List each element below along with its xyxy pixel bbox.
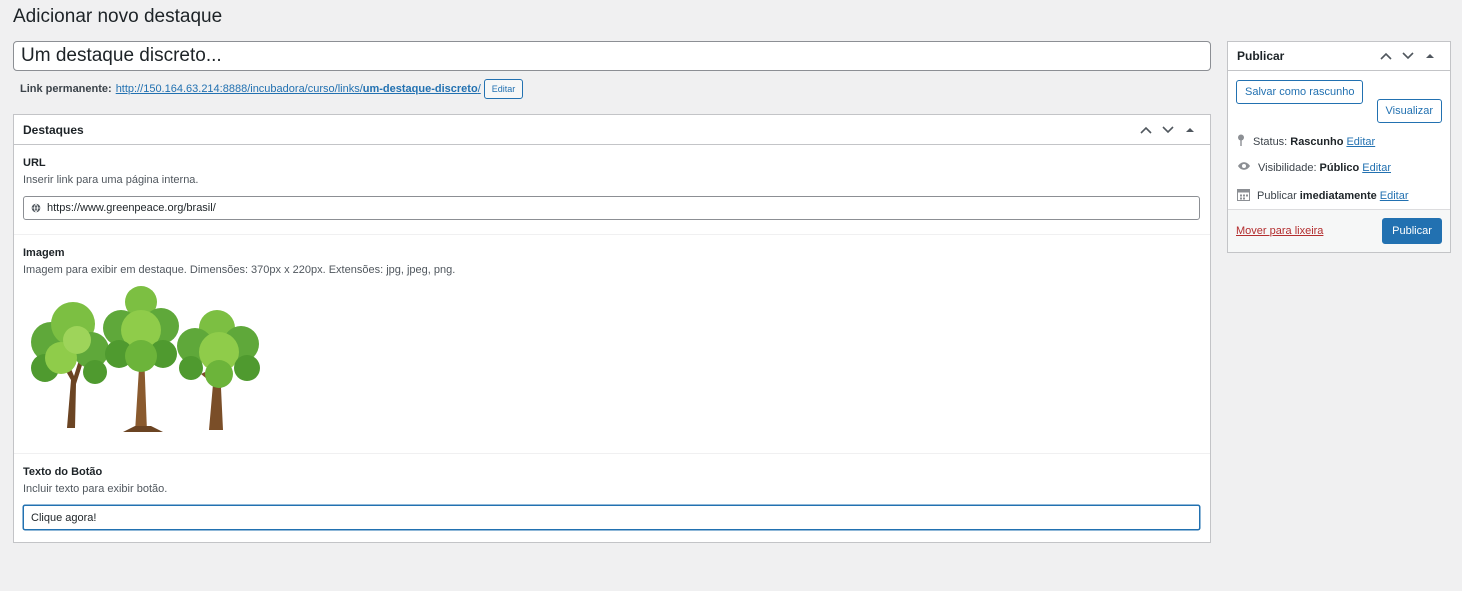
url-input[interactable] — [47, 202, 1147, 214]
move-down-icon[interactable] — [1397, 45, 1419, 67]
button-text-field-label: Texto do Botão — [23, 466, 103, 478]
publish-box-header: Publicar — [1228, 42, 1450, 71]
pin-icon — [1237, 134, 1245, 149]
url-field-label: URL — [23, 157, 46, 169]
move-to-trash-link[interactable]: Mover para lixeira — [1236, 225, 1323, 237]
permalink-row: Link permanente: http://150.164.63.214:8… — [13, 78, 1211, 100]
collapse-toggle-icon[interactable] — [1179, 119, 1201, 141]
destaques-metabox: Destaques URL Inserir link para uma pági… — [13, 114, 1211, 543]
metabox-title: Destaques — [23, 122, 84, 137]
visibility-row: Visibilidade: Público Editar — [1237, 161, 1391, 174]
schedule-row: Publicar imediatamente Editar — [1237, 188, 1409, 204]
edit-status-link[interactable]: Editar — [1346, 136, 1375, 148]
calendar-icon — [1237, 188, 1250, 204]
trees-image — [31, 286, 260, 432]
image-field: Imagem Imagem para exibir em destaque. D… — [14, 235, 1210, 454]
url-field: URL Inserir link para uma página interna… — [14, 145, 1210, 235]
collapse-toggle-icon[interactable] — [1419, 45, 1441, 67]
move-up-icon[interactable] — [1135, 119, 1157, 141]
preview-button[interactable]: Visualizar — [1376, 99, 1442, 123]
publish-box: Publicar Salvar como rascunho Visualizar… — [1227, 41, 1451, 253]
edit-permalink-button[interactable]: Editar — [483, 79, 524, 99]
save-draft-button[interactable]: Salvar como rascunho — [1236, 80, 1364, 104]
permalink-link[interactable]: http://150.164.63.214:8888/incubadora/cu… — [116, 83, 481, 95]
permalink-label: Link permanente: — [20, 83, 112, 95]
main-column: Link permanente: http://150.164.63.214:8… — [13, 41, 1211, 543]
globe-icon — [31, 201, 41, 216]
edit-visibility-link[interactable]: Editar — [1362, 162, 1391, 174]
move-down-icon[interactable] — [1157, 119, 1179, 141]
button-text-input[interactable] — [23, 505, 1200, 530]
url-field-description: Inserir link para uma página interna. — [23, 174, 199, 186]
page-title: Adicionar novo destaque — [13, 6, 223, 27]
metabox-header: Destaques — [14, 115, 1210, 145]
schedule-value: imediatamente — [1299, 190, 1377, 202]
major-publishing-actions: Mover para lixeira Publicar — [1228, 209, 1450, 252]
image-field-description: Imagem para exibir em destaque. Dimensõe… — [23, 264, 456, 276]
publish-button[interactable]: Publicar — [1382, 218, 1442, 244]
image-preview[interactable] — [23, 280, 265, 436]
button-text-field-description: Incluir texto para exibir botão. — [23, 483, 168, 495]
eye-icon — [1237, 161, 1251, 174]
button-text-field: Texto do Botão Incluir texto para exibir… — [14, 454, 1210, 542]
image-field-label: Imagem — [23, 247, 65, 259]
edit-schedule-link[interactable]: Editar — [1380, 190, 1409, 202]
metabox-handle-actions — [1135, 119, 1201, 141]
status-value: Rascunho — [1290, 135, 1344, 148]
visibility-value: Público — [1319, 161, 1360, 174]
publish-box-title: Publicar — [1237, 49, 1285, 63]
url-input-wrapper[interactable] — [23, 196, 1200, 220]
post-title-input[interactable] — [13, 41, 1211, 71]
publish-handle-actions — [1375, 45, 1441, 67]
status-row: Status: Rascunho Editar — [1237, 134, 1375, 149]
move-up-icon[interactable] — [1375, 45, 1397, 67]
